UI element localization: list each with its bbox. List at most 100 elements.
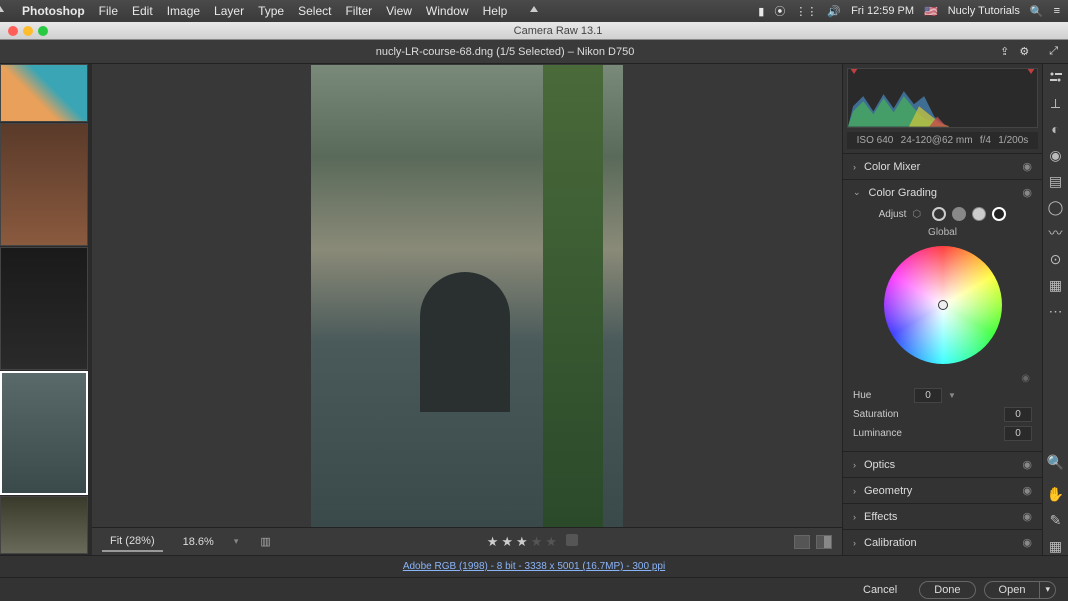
chevron-right-icon: › [853,162,856,172]
eye-icon[interactable]: ◉ [1022,160,1032,173]
panel-color-grading-header[interactable]: ⌄ Color Grading ◉ [853,186,1032,199]
eye-icon[interactable]: ◉ [1022,484,1032,497]
panel-optics[interactable]: ›Optics◉ [843,451,1042,477]
zoom-fit[interactable]: Fit (28%) [102,532,163,552]
panel-geometry[interactable]: ›Geometry◉ [843,477,1042,503]
menu-icon[interactable]: ≡ [1054,5,1060,17]
hue-value[interactable]: 0 [914,388,942,403]
maximize-icon[interactable] [38,26,48,36]
menu-image[interactable]: Image [167,4,200,18]
edit-tool-icon[interactable] [1047,68,1065,86]
menu-type[interactable]: Type [258,4,284,18]
minimize-icon[interactable] [23,26,33,36]
global-dot-selected[interactable] [992,207,1006,221]
midtones-dot[interactable] [952,207,966,221]
zoom-percent[interactable]: 18.6% [175,533,222,551]
preset-tool-icon[interactable]: ▦ [1047,276,1065,294]
open-button[interactable]: Open [984,581,1041,599]
menu-window[interactable]: Window [426,4,469,18]
color-wheel[interactable] [884,246,1002,364]
crop-tool-icon[interactable]: ⟂ [1047,94,1065,112]
close-icon[interactable] [8,26,18,36]
sat-label: Saturation [853,409,908,420]
shadow-clip-icon[interactable] [850,68,858,74]
menu-help[interactable]: Help [483,4,508,18]
eye-icon[interactable]: ◉ [1021,373,1030,384]
menu-edit[interactable]: Edit [132,4,153,18]
star-3[interactable]: ★ [516,534,528,550]
export-icon[interactable]: ⇪ [1000,45,1009,58]
wifi-icon: ⋮⋮ [795,5,817,18]
star-4[interactable]: ★ [531,534,543,550]
sat-value[interactable]: 0 [1004,407,1032,422]
clock[interactable]: Fri 12:59 PM [851,5,914,17]
star-5[interactable]: ★ [545,534,557,550]
star-rating[interactable]: ★ ★ ★ ★ ★ [487,534,578,550]
single-view-icon[interactable] [794,535,810,549]
color-label[interactable] [566,534,578,546]
volume-icon: 🔊 [827,5,841,18]
edit-panel: ISO 640 24-120@62 mm f/4 1/200s › Color … [842,64,1042,555]
lum-value[interactable]: 0 [1004,426,1032,441]
zoom-dropdown-icon[interactable]: ▾ [234,536,239,547]
radial-tool-icon[interactable]: ◯ [1047,198,1065,216]
thumbnail-3[interactable] [0,247,88,370]
gradient-tool-icon[interactable]: ▤ [1047,172,1065,190]
exif-aperture: f/4 [980,135,991,146]
menu-select[interactable]: Select [298,4,331,18]
split-view-icon[interactable] [816,535,832,549]
menu-file[interactable]: File [99,4,118,18]
preview-viewport[interactable] [92,64,842,527]
eye-tool-icon[interactable]: ◉ [1047,146,1065,164]
more-tool-icon[interactable]: ⋯ [1047,302,1065,320]
fullscreen-icon[interactable]: ⤢ [1049,45,1058,58]
eye-icon[interactable]: ◉ [1022,510,1032,523]
star-1[interactable]: ★ [487,534,499,550]
star-2[interactable]: ★ [501,534,513,550]
flag-icon[interactable]: 🇺🇸 [924,5,938,18]
color-wheel-handle[interactable] [938,300,948,310]
dropdown-icon[interactable]: ▼ [948,391,956,400]
menu-layer[interactable]: Layer [214,4,244,18]
document-bar: nucly-LR-course-68.dng (1/5 Selected) – … [0,40,1068,64]
adjust-label: Adjust [879,209,907,220]
panel-color-mixer[interactable]: › Color Mixer ◉ [843,153,1042,179]
compare-icon[interactable]: ▥ [260,535,270,548]
user-name[interactable]: Nucly Tutorials [948,5,1020,17]
settings-icon[interactable]: ⚙ [1019,45,1029,58]
traffic-lights[interactable] [8,26,48,36]
highlight-clip-icon[interactable] [1027,68,1035,74]
heal-tool-icon[interactable]: ◐ [1047,120,1065,138]
thumbnail-4-selected[interactable] [0,371,88,494]
grid-tool-icon[interactable]: ▦ [1047,537,1065,555]
open-dropdown-icon[interactable]: ▾ [1040,581,1056,599]
done-button[interactable]: Done [919,581,975,599]
sampler-tool-icon[interactable]: ✎ [1047,511,1065,529]
cancel-button[interactable]: Cancel [849,582,911,598]
eye-icon[interactable]: ◉ [1022,186,1032,199]
menu-view[interactable]: View [386,4,412,18]
thumbnail-5[interactable] [0,496,88,554]
redeye-tool-icon[interactable]: ⊙ [1047,250,1065,268]
highlights-dot[interactable] [972,207,986,221]
workflow-profile[interactable]: Adobe RGB (1998) - 8 bit - 3338 x 5001 (… [403,561,665,572]
eye-icon[interactable]: ◉ [1022,458,1032,471]
spotlight-icon[interactable]: 🔍 [1030,5,1044,18]
zoom-tool-icon[interactable]: 🔍 [1047,453,1065,471]
panel-calibration[interactable]: ›Calibration◉ [843,529,1042,555]
brush-tool-icon[interactable]: 〰 [1047,224,1065,242]
thumbnail-1[interactable] [0,64,88,122]
panel-effects[interactable]: ›Effects◉ [843,503,1042,529]
exif-bar: ISO 640 24-120@62 mm f/4 1/200s [847,132,1038,149]
chevron-down-icon: ⌄ [853,187,861,198]
thumbnail-2[interactable] [0,123,88,246]
eye-icon[interactable]: ◉ [1022,536,1032,549]
global-label: Global [853,227,1032,238]
shadows-dot[interactable] [932,207,946,221]
app-name[interactable]: Photoshop [22,4,85,18]
menu-filter[interactable]: Filter [345,4,372,18]
hand-tool-icon[interactable]: ✋ [1047,485,1065,503]
three-way-icon[interactable] [912,209,926,219]
workflow-link[interactable]: Adobe RGB (1998) - 8 bit - 3338 x 5001 (… [0,555,1068,577]
histogram[interactable] [847,68,1038,128]
